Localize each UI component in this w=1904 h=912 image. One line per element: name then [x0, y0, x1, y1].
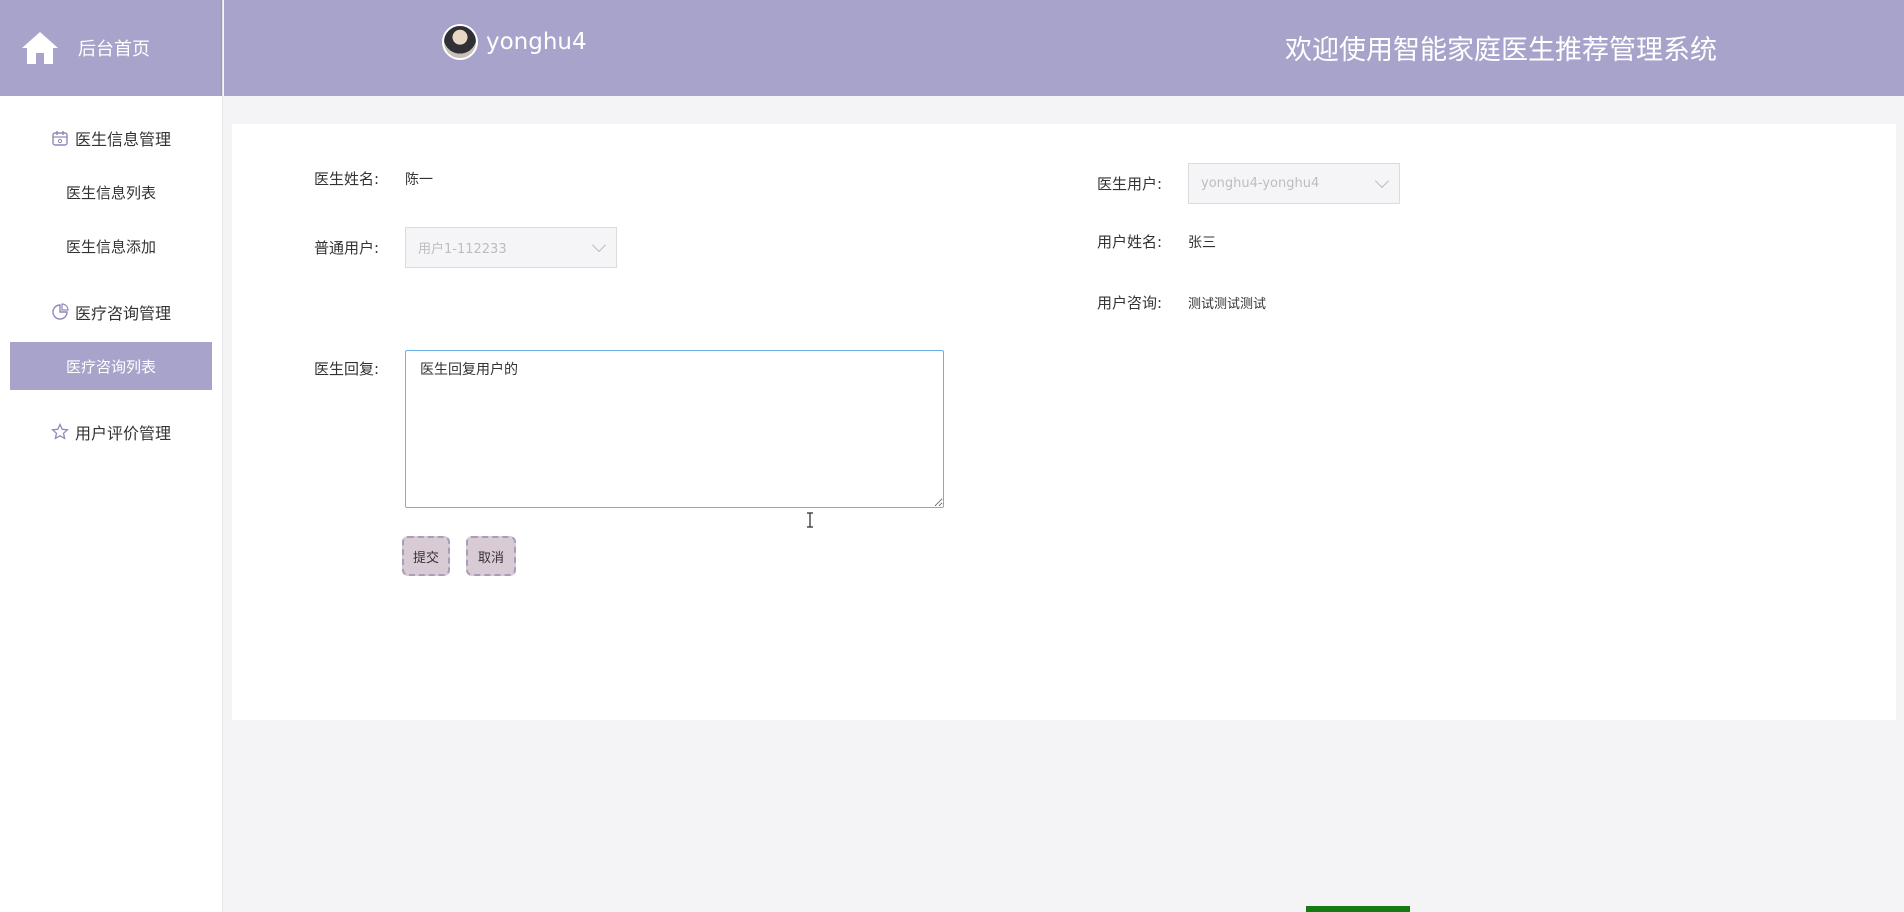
status-strip [1306, 906, 1410, 912]
user-name-label: 用户姓名: [1097, 233, 1163, 251]
sidebar-item-label: 医生信息添加 [65, 237, 156, 256]
sidebar-item-doctor-list[interactable]: 医生信息列表 [10, 168, 212, 216]
cancel-button[interactable]: 取消 [466, 536, 516, 576]
normal-user-field: 普通用户: 用户1-112233 [314, 227, 617, 268]
sidebar-group-label: 用户评价管理 [74, 424, 171, 443]
user-consult-value: 测试测试测试 [1188, 297, 1267, 312]
normal-user-select-value: 用户1-112233 [418, 242, 507, 257]
submit-button[interactable]: 提交 [402, 536, 450, 576]
site-title: 欢迎使用智能家庭医生推荐管理系统 [1285, 35, 1717, 66]
main-form: 医生姓名: 陈一 医生用户: yonghu4-yonghu4 普通用户: 用户1… [232, 124, 1896, 720]
username: yonghu4 [486, 29, 587, 55]
doctor-reply-textarea[interactable]: 医生回复用户的 [405, 350, 944, 508]
pie-icon [52, 303, 69, 320]
doctor-user-select-value: yonghu4-yonghu4 [1201, 176, 1320, 191]
home-link[interactable]: 后台首页 [0, 0, 222, 96]
sidebar-menu: 医生信息管理 医生信息列表 医生信息添加 医疗咨询管理 医疗咨询列表 用户评价管… [0, 96, 222, 456]
sidebar-item-consult-list[interactable]: 医疗咨询列表 [10, 342, 212, 390]
home-icon [22, 32, 58, 64]
doctor-user-label: 医生用户: [1097, 175, 1163, 193]
sidebar-group-consult[interactable]: 医疗咨询管理 [0, 288, 222, 336]
user-consult-label: 用户咨询: [1097, 294, 1163, 312]
sidebar: 后台首页 医生信息管理 医生信息列表 医生信息添加 医疗咨询管理 医疗咨询列表 … [0, 0, 223, 912]
normal-user-select[interactable]: 用户1-112233 [405, 227, 617, 268]
doctor-name-field: 医生姓名: 陈一 [314, 168, 433, 189]
top-header: yonghu4 欢迎使用智能家庭医生推荐管理系统 [224, 0, 1904, 96]
user-name-field: 用户姓名: 张三 [1097, 231, 1216, 252]
user-name-value: 张三 [1188, 234, 1216, 251]
doctor-reply-field: 医生回复: 医生回复用户的 [314, 350, 944, 508]
doctor-user-field: 医生用户: yonghu4-yonghu4 [1097, 163, 1400, 204]
doctor-name-label: 医生姓名: [314, 170, 380, 188]
sidebar-group-label: 医生信息管理 [74, 130, 171, 149]
avatar [442, 24, 478, 60]
user-consult-field: 用户咨询: 测试测试测试 [1097, 292, 1266, 313]
calendar-icon [52, 131, 68, 146]
sidebar-item-label: 医生信息列表 [65, 183, 156, 202]
normal-user-label: 普通用户: [314, 239, 380, 257]
sidebar-group-doctor-info[interactable]: 医生信息管理 [0, 114, 222, 162]
star-icon [51, 423, 69, 440]
chevron-down-icon [1374, 173, 1390, 189]
sidebar-item-doctor-add[interactable]: 医生信息添加 [10, 222, 212, 270]
sidebar-group-review[interactable]: 用户评价管理 [0, 408, 222, 456]
home-label: 后台首页 [78, 39, 150, 60]
sidebar-item-label: 医疗咨询列表 [65, 357, 156, 376]
text-cursor-icon [807, 512, 813, 528]
doctor-user-select[interactable]: yonghu4-yonghu4 [1188, 163, 1400, 204]
user-info[interactable]: yonghu4 [442, 24, 587, 60]
doctor-reply-label: 医生回复: [314, 360, 380, 378]
chevron-down-icon [591, 237, 607, 253]
doctor-name-value: 陈一 [405, 171, 433, 188]
sidebar-group-label: 医疗咨询管理 [74, 304, 171, 323]
